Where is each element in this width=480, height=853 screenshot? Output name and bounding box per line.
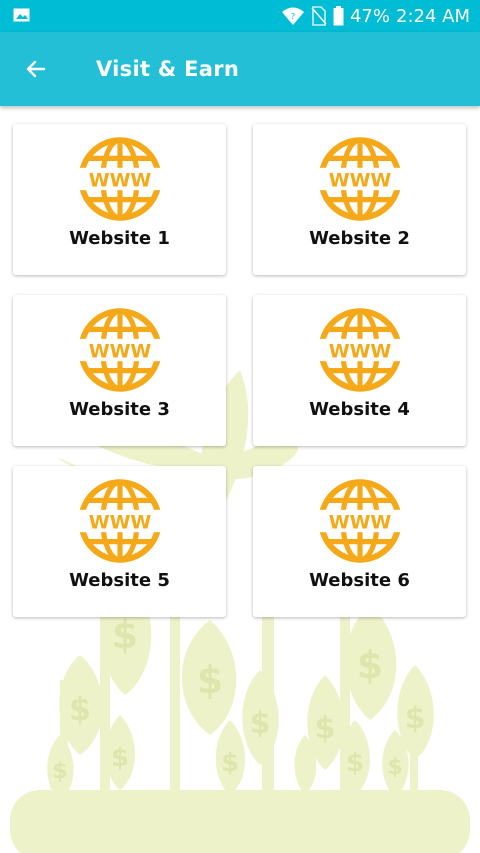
back-button[interactable] [16, 49, 56, 89]
website-card-3[interactable]: WWW Website 3 [13, 295, 226, 446]
no-sim-icon [311, 6, 327, 26]
www-globe-icon: WWW [317, 308, 403, 392]
website-card-1[interactable]: WWW Website 1 [13, 124, 226, 275]
clock: 2:24 AM [396, 5, 470, 27]
battery-percent: 47% [349, 5, 390, 27]
svg-text:$: $ [69, 690, 91, 728]
www-globe-icon: WWW [317, 479, 403, 563]
svg-text:WWW: WWW [89, 512, 152, 534]
page-title: Visit & Earn [96, 57, 240, 81]
toolbar: Visit & Earn [0, 32, 480, 106]
website-label: Website 5 [69, 570, 170, 591]
www-globe-icon: WWW [77, 479, 163, 563]
svg-text:WWW: WWW [89, 341, 152, 363]
website-label: Website 4 [309, 399, 410, 420]
svg-text:$: $ [112, 613, 138, 657]
website-card-6[interactable]: WWW Website 6 [253, 466, 466, 617]
gallery-icon [13, 8, 30, 22]
svg-text:$: $ [197, 658, 223, 702]
website-label: Website 1 [69, 228, 170, 249]
svg-text:?: ? [291, 12, 295, 21]
svg-text:WWW: WWW [329, 512, 392, 534]
svg-text:$: $ [221, 748, 239, 778]
battery-icon [333, 6, 344, 26]
svg-text:$: $ [405, 701, 426, 736]
svg-text:$: $ [315, 711, 336, 746]
www-globe-icon: WWW [77, 137, 163, 221]
svg-text:$: $ [346, 748, 364, 778]
svg-text:WWW: WWW [329, 341, 392, 363]
svg-text:$: $ [52, 759, 67, 784]
svg-text:$: $ [357, 643, 383, 687]
svg-text:WWW: WWW [329, 170, 392, 192]
arrow-left-icon [26, 60, 46, 78]
status-bar: ? 47% 2:24 AM [0, 0, 480, 32]
website-card-2[interactable]: WWW Website 2 [253, 124, 466, 275]
website-label: Website 2 [309, 228, 410, 249]
website-card-5[interactable]: WWW Website 5 [13, 466, 226, 617]
website-label: Website 6 [309, 570, 410, 591]
svg-text:$: $ [111, 743, 129, 773]
svg-text:$: $ [250, 706, 271, 741]
website-card-4[interactable]: WWW Website 4 [253, 295, 466, 446]
svg-text:WWW: WWW [89, 170, 152, 192]
website-label: Website 3 [69, 399, 170, 420]
www-globe-icon: WWW [317, 137, 403, 221]
wifi-icon: ? [281, 7, 304, 25]
svg-text:$: $ [387, 755, 402, 780]
www-globe-icon: WWW [77, 308, 163, 392]
